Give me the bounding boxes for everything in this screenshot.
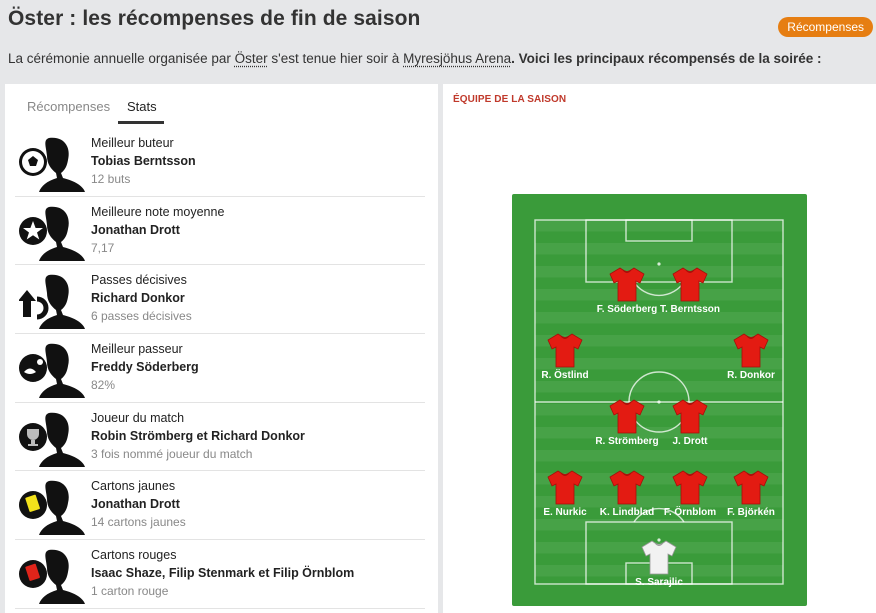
intro-mid: s'est tenue hier soir à (267, 51, 404, 66)
award-list: Meilleur buteur Tobias Berntsson 12 buts Me… (5, 128, 425, 609)
shirt-icon (733, 333, 769, 368)
award-category: Passes décisives (91, 273, 187, 288)
intro-suffix: . Voici les principaux récompensés de la… (511, 51, 822, 66)
shirt-icon (609, 470, 645, 505)
tab-stats[interactable]: Stats (127, 99, 157, 114)
pitch-player[interactable]: J. Drott (645, 398, 735, 447)
award-value: 7,17 (91, 240, 115, 255)
assist-arrow-icon (19, 290, 49, 320)
award-row[interactable]: Meilleure note moyenne Jonathan Drott 7,17 (15, 197, 425, 266)
player-silhouette (19, 137, 85, 192)
award-category: Cartons rouges (91, 548, 177, 563)
pitch-player[interactable]: S. Sarajlic (614, 539, 704, 588)
pitch: F. Söderberg T. Berntsson R. Östlind R. Don… (512, 194, 807, 606)
award-category: Cartons jaunes (91, 479, 176, 494)
trophy-icon (19, 422, 47, 451)
player-name: R. Östlind (541, 370, 589, 381)
intro-text: La cérémonie annuelle organisée par Öste… (8, 51, 822, 66)
player-silhouette (19, 343, 85, 399)
team-of-season-title: ÉQUIPE DE LA SAISON (453, 94, 567, 105)
award-row[interactable]: Cartons jaunes Jonathan Drott 14 cartons j… (15, 471, 425, 541)
award-category: Meilleure note moyenne (91, 204, 225, 219)
star-icon (19, 216, 47, 245)
intro-prefix: La cérémonie annuelle organisée par (8, 51, 235, 66)
active-tab-indicator (118, 121, 164, 124)
player-name: F. Björkén (727, 507, 775, 518)
club-link[interactable]: Öster (235, 51, 268, 66)
award-player-name[interactable]: Jonathan Drott (91, 223, 180, 237)
pitch-player[interactable]: T. Berntsson (645, 266, 735, 315)
awards-badge-button[interactable]: Récompenses (778, 17, 873, 37)
player-silhouette (19, 412, 85, 467)
player-name: T. Berntsson (659, 304, 720, 315)
pitch-player[interactable]: R. Östlind (520, 332, 610, 381)
shirt-icon (733, 470, 769, 505)
award-value: 14 cartons jaunes (91, 515, 186, 530)
award-player-name[interactable]: Freddy Söderberg (91, 360, 199, 374)
award-row[interactable]: Cartons rouges Isaac Shaze, Filip Stenmar… (15, 540, 425, 609)
award-player-name[interactable]: Isaac Shaze, Filip Stenmark et Filip Örn… (91, 566, 354, 580)
award-player-name[interactable]: Richard Donkor (91, 291, 185, 305)
award-row[interactable]: Passes décisives Richard Donkor 6 passes d… (15, 265, 425, 335)
player-silhouette (19, 549, 85, 605)
header: Öster : les récompenses de fin de saison… (0, 0, 876, 82)
award-row[interactable]: Meilleur buteur Tobias Berntsson 12 buts (15, 128, 425, 197)
player-silhouette (19, 481, 85, 536)
shirt-icon (609, 399, 645, 434)
player-name: R. Donkor (727, 370, 775, 381)
passing-icon (19, 354, 47, 383)
player-silhouette (19, 206, 85, 261)
tab-awards[interactable]: Récompenses (27, 99, 110, 114)
pitch-player[interactable]: R. Donkor (706, 332, 796, 381)
shirt-icon (547, 470, 583, 505)
award-value: 6 passes décisives (91, 309, 192, 324)
award-value: 3 fois nommé joueur du match (91, 446, 253, 461)
award-value: 12 buts (91, 172, 131, 186)
team-panel: ÉQUIPE DE LA SAISON F. Söderberg T. Bernt… (443, 84, 876, 613)
page-title: Öster : les récompenses de fin de saison (8, 7, 421, 30)
tab-bar: Récompenses Stats (5, 84, 438, 124)
shirt-icon (609, 267, 645, 302)
yellow-card-icon (19, 491, 47, 520)
shirt-icon (547, 333, 583, 368)
player-name: S. Sarajlic (635, 577, 683, 588)
award-category: Joueur du match (91, 410, 185, 425)
pitch-player[interactable]: F. Björkén (706, 469, 796, 518)
shirt-icon (672, 470, 708, 505)
player-silhouette (19, 275, 85, 330)
award-player-name[interactable]: Tobias Berntsson (91, 154, 196, 168)
shirt-icon (672, 267, 708, 302)
award-category: Meilleur buteur (91, 136, 174, 150)
awards-panel: Récompenses Stats Meilleur buteur Tobias … (5, 84, 438, 613)
award-value: 1 carton rouge (91, 584, 169, 599)
venue-link[interactable]: Myresjöhus Arena (403, 51, 511, 66)
award-player-name[interactable]: Robin Strömberg et Richard Donkor (91, 429, 305, 443)
player-name: J. Drott (672, 436, 708, 447)
award-player-name[interactable]: Jonathan Drott (91, 497, 180, 511)
shirt-icon (641, 540, 677, 575)
award-row[interactable]: Joueur du match Robin Strömberg et Richar… (15, 403, 425, 472)
award-value: 82% (91, 378, 116, 393)
award-row[interactable]: Meilleur passeur Freddy Söderberg 82% (15, 334, 425, 403)
ball-icon (19, 148, 47, 176)
red-card-icon (19, 560, 47, 589)
shirt-icon (672, 399, 708, 434)
award-category: Meilleur passeur (91, 342, 183, 357)
